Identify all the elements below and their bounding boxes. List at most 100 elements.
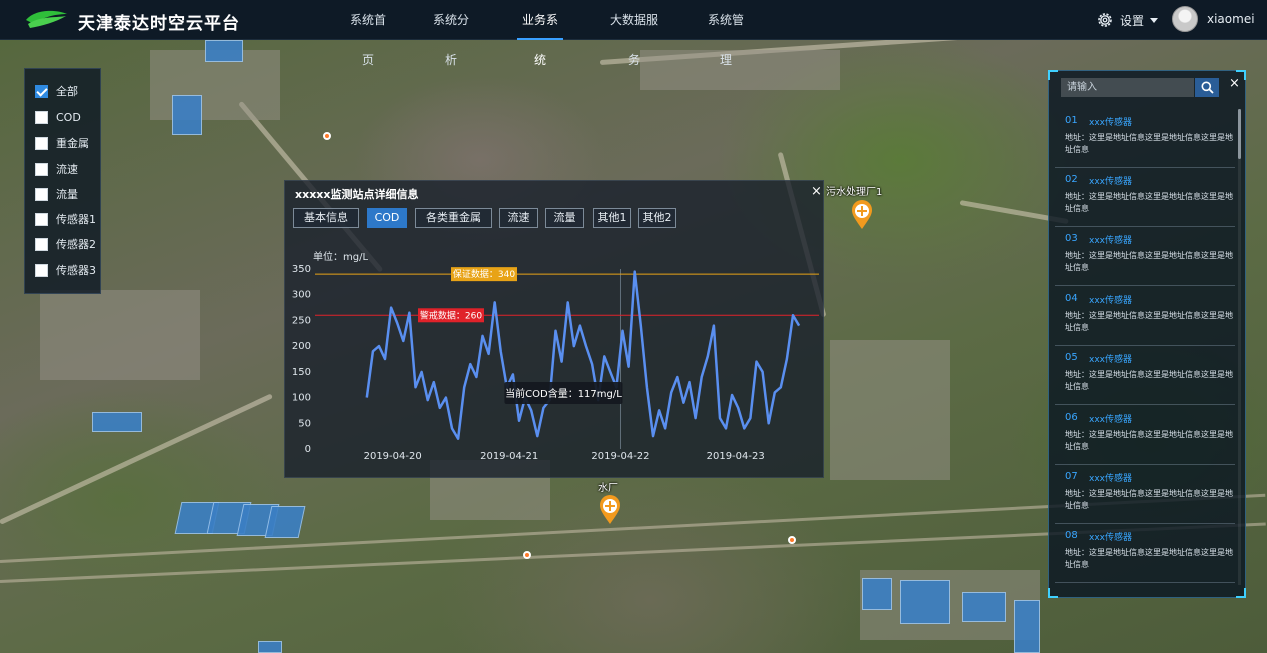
filter-label: 流量 [56, 188, 78, 201]
checkbox[interactable] [35, 136, 48, 150]
tab-other1[interactable]: 其他1 [593, 208, 631, 228]
location-dot[interactable] [788, 536, 796, 544]
sensor-name[interactable]: xxx传感器 [1089, 352, 1132, 365]
checkbox[interactable] [35, 263, 48, 277]
list-item[interactable]: 01 xxx传感器 地址：这里是地址信息这里是地址信息这里是地址信息 [1055, 109, 1235, 168]
location-dot[interactable] [523, 551, 531, 559]
site-pin-icon[interactable] [599, 495, 621, 525]
nav-item-bigdata[interactable]: 大数据服务 [605, 0, 663, 67]
sensor-search-input[interactable] [1061, 78, 1194, 97]
blue-roof-building [205, 40, 243, 62]
location-dot[interactable] [323, 132, 331, 140]
filter-item-all[interactable]: 全部 [35, 83, 78, 99]
sensor-number: 04 [1065, 293, 1078, 304]
building-cluster [640, 50, 840, 90]
blue-roof-building [92, 412, 142, 432]
y-tick-label: 350 [292, 264, 311, 275]
list-item[interactable]: 02 xxx传感器 地址：这里是地址信息这里是地址信息这里是地址信息 [1055, 168, 1235, 227]
sensor-address: 地址：这里是地址信息这里是地址信息这里是地址信息 [1065, 430, 1233, 451]
checkbox[interactable] [35, 110, 48, 124]
leaf-logo-icon [26, 10, 67, 28]
filter-item-sensor3[interactable]: 传感器3 [35, 262, 96, 278]
list-item[interactable]: 08 xxx传感器 地址：这里是地址信息这里是地址信息这里是地址信息 [1055, 524, 1235, 583]
chart-tooltip-text: 当前COD含量：117mg/L [505, 387, 622, 400]
list-item[interactable]: 04 xxx传感器 地址：这里是地址信息这里是地址信息这里是地址信息 [1055, 287, 1235, 346]
x-tick-label: 2019-04-20 [364, 451, 422, 462]
top-navigation-bar: 天津泰达时空云平台 系统首页 系统分析 业务系统 大数据服务 系统管理 设置 x… [0, 0, 1267, 67]
checkbox[interactable] [35, 212, 48, 226]
filter-item-flow-speed[interactable]: 流速 [35, 161, 78, 177]
sensor-name[interactable]: xxx传感器 [1089, 530, 1132, 543]
sensor-name[interactable]: xxx传感器 [1089, 233, 1132, 246]
list-item[interactable]: 06 xxx传感器 地址：这里是地址信息这里是地址信息这里是地址信息 [1055, 406, 1235, 465]
y-tick-label: 200 [292, 341, 311, 352]
sensor-list: 01 xxx传感器 地址：这里是地址信息这里是地址信息这里是地址信息 02 xx… [1055, 109, 1235, 589]
blue-roof-building [264, 506, 306, 538]
blue-roof-building [900, 580, 950, 624]
filter-item-flow-volume[interactable]: 流量 [35, 186, 78, 202]
list-item[interactable]: 07 xxx传感器 地址：这里是地址信息这里是地址信息这里是地址信息 [1055, 465, 1235, 524]
filter-item-heavy-metal[interactable]: 重金属 [35, 135, 89, 151]
blue-roof-building [172, 95, 202, 135]
sensor-name[interactable]: xxx传感器 [1089, 471, 1132, 484]
sensor-number: 05 [1065, 352, 1078, 363]
sensor-address: 地址：这里是地址信息这里是地址信息这里是地址信息 [1065, 489, 1233, 510]
close-icon[interactable]: × [811, 184, 822, 199]
scrollbar-track[interactable] [1238, 109, 1241, 585]
sensor-address: 地址：这里是地址信息这里是地址信息这里是地址信息 [1065, 133, 1233, 154]
filter-item-cod[interactable]: COD [35, 109, 81, 125]
reference-label: 警戒数据：260 [420, 309, 482, 321]
sensor-name[interactable]: xxx传感器 [1089, 412, 1132, 425]
sensor-name[interactable]: xxx传感器 [1089, 293, 1132, 306]
sensor-address: 地址：这里是地址信息这里是地址信息这里是地址信息 [1065, 251, 1233, 272]
nav-item-home[interactable]: 系统首页 [345, 0, 391, 67]
tab-cod[interactable]: COD [367, 208, 407, 228]
scrollbar-thumb[interactable] [1238, 109, 1241, 159]
filter-label: COD [56, 110, 81, 124]
checkbox[interactable] [35, 237, 48, 251]
checkbox[interactable] [35, 187, 48, 201]
caret-down-icon [1150, 18, 1159, 23]
tab-flow-volume[interactable]: 流量 [545, 208, 584, 228]
building-cluster [830, 340, 950, 480]
checkbox[interactable] [35, 84, 48, 98]
list-item[interactable]: 05 xxx传感器 地址：这里是地址信息这里是地址信息这里是地址信息 [1055, 346, 1235, 405]
username: xiaomei [1207, 12, 1255, 26]
nav-item-analysis[interactable]: 系统分析 [428, 0, 474, 67]
close-icon[interactable]: × [1229, 76, 1240, 91]
filter-item-sensor2[interactable]: 传感器2 [35, 236, 96, 252]
sensor-list-panel: × 01 xxx传感器 地址：这里是地址信息这里是地址信息这里是地址信息 02 … [1048, 70, 1246, 598]
search-button[interactable] [1195, 78, 1219, 97]
tab-other2[interactable]: 其他2 [638, 208, 676, 228]
nav-item-business[interactable]: 业务系统 [517, 0, 563, 67]
avatar [1172, 6, 1198, 32]
filter-label: 流速 [56, 163, 78, 176]
settings-label: 设置 [1120, 13, 1145, 28]
filter-item-sensor1[interactable]: 传感器1 [35, 211, 96, 227]
site-pin-icon[interactable] [851, 200, 873, 230]
blue-roof-building [1014, 600, 1040, 653]
filter-label: 传感器3 [56, 264, 96, 277]
sensor-name[interactable]: xxx传感器 [1089, 115, 1132, 128]
site-label: 污水处理厂1 [826, 187, 883, 198]
nav-item-system-admin[interactable]: 系统管理 [703, 0, 749, 67]
sensor-address: 地址：这里是地址信息这里是地址信息这里是地址信息 [1065, 311, 1233, 332]
list-item[interactable]: 03 xxx传感器 地址：这里是地址信息这里是地址信息这里是地址信息 [1055, 227, 1235, 286]
tab-flow-speed[interactable]: 流速 [499, 208, 538, 228]
y-tick-label: 0 [305, 444, 311, 455]
user-menu[interactable]: xiaomei [1172, 6, 1255, 32]
blue-roof-building [862, 578, 892, 610]
station-detail-panel: 0 50 100 150 200 250 300 350 2019-04-20 2019-04-2… [284, 180, 824, 478]
tab-basic-info[interactable]: 基本信息 [293, 208, 359, 228]
sensor-number: 02 [1065, 174, 1078, 185]
sensor-number: 07 [1065, 471, 1078, 482]
panel-corner [1048, 588, 1058, 598]
checkbox[interactable] [35, 162, 48, 176]
filter-label: 传感器2 [56, 238, 96, 251]
blue-roof-building [962, 592, 1006, 622]
tab-heavy-metals[interactable]: 各类重金属 [415, 208, 492, 228]
reference-label: 保证数据：340 [453, 268, 515, 280]
sensor-name[interactable]: xxx传感器 [1089, 174, 1132, 187]
blue-roof-building [258, 641, 282, 653]
settings-menu[interactable]: 设置 [1096, 10, 1165, 30]
